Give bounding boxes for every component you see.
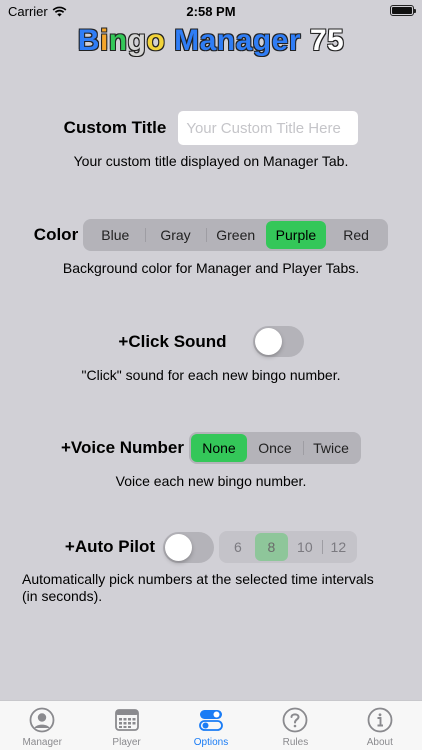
- voice-option-none[interactable]: None: [190, 434, 247, 462]
- click-sound-description: "Click" sound for each new bingo number.: [81, 367, 341, 383]
- interval-option-6[interactable]: 6: [221, 533, 255, 561]
- auto-pilot-toggle[interactable]: [163, 531, 215, 563]
- person-circle-icon: [29, 707, 55, 733]
- auto-pilot-label: +Auto Pilot: [64, 537, 156, 556]
- voice-number-label: +Voice Number: [61, 438, 184, 457]
- custom-title-label: Custom Title: [63, 118, 167, 137]
- title-letter: g: [127, 24, 147, 57]
- voice-number-segmented-control: None Once Twice: [188, 432, 361, 464]
- custom-title-description: Your custom title displayed on Manager T…: [73, 153, 349, 169]
- interval-option-12[interactable]: 12: [321, 533, 356, 561]
- click-sound-row: +Click Sound: [0, 326, 422, 357]
- toggle-knob: [165, 533, 193, 561]
- voice-number-description: Voice each new bingo number.: [115, 473, 307, 489]
- auto-pilot-description-line1: Automatically pick numbers at the select…: [22, 571, 374, 587]
- voice-option-twice[interactable]: Twice: [302, 434, 359, 462]
- color-option-red[interactable]: Red: [326, 221, 386, 249]
- color-option-purple[interactable]: Purple: [265, 221, 326, 249]
- tab-rules[interactable]: Rules: [253, 701, 337, 750]
- status-bar: Carrier 2:58 PM: [0, 0, 422, 24]
- tab-bar: Manager Player Options Rules About: [0, 700, 422, 750]
- status-time: 2:58 PM: [186, 4, 236, 19]
- color-label: Color: [33, 225, 79, 244]
- color-row: Color Blue Gray Green Purple Red: [0, 219, 422, 251]
- switches-icon: [199, 710, 223, 731]
- battery-icon: [390, 5, 416, 16]
- custom-title-input[interactable]: [178, 111, 359, 145]
- tab-label: Manager: [22, 737, 62, 748]
- tab-label: Rules: [282, 737, 309, 748]
- click-sound-label: +Click Sound: [118, 331, 227, 351]
- title-number: 75: [309, 24, 345, 57]
- calendar-grid-icon: [114, 709, 139, 731]
- color-segmented-control: Blue Gray Green Purple Red: [83, 219, 389, 251]
- auto-pilot-interval-control: 6 8 10 12: [219, 531, 358, 563]
- voice-option-once[interactable]: Once: [247, 434, 303, 462]
- auto-pilot-row: +Auto Pilot 6 8 10 12: [0, 531, 422, 563]
- title-letter: o: [146, 24, 166, 57]
- color-option-gray[interactable]: Gray: [145, 221, 205, 249]
- custom-title-row: Custom Title: [0, 111, 422, 145]
- click-sound-toggle[interactable]: [252, 326, 304, 357]
- title-letter: i: [99, 24, 109, 57]
- auto-pilot-description: Automatically pick numbers at the select…: [22, 571, 412, 605]
- tab-label: Player: [112, 737, 141, 748]
- voice-number-row: +Voice Number None Once Twice: [0, 432, 422, 464]
- title-letter: B: [77, 24, 100, 57]
- tab-about[interactable]: About: [338, 701, 422, 750]
- toggle-knob: [254, 328, 282, 355]
- interval-option-8[interactable]: 8: [254, 533, 289, 561]
- tab-manager[interactable]: Manager: [0, 701, 84, 750]
- auto-pilot-description-line2: (in seconds).: [22, 588, 103, 604]
- tab-options[interactable]: Options: [169, 701, 253, 750]
- info-circle-icon: [367, 707, 393, 733]
- question-circle-icon: [283, 707, 308, 733]
- title-word-manager: Manager: [174, 24, 301, 57]
- app-title: Bingo Manager 75: [0, 24, 422, 58]
- color-option-blue[interactable]: Blue: [85, 221, 145, 249]
- color-description: Background color for Manager and Player …: [62, 260, 360, 276]
- tab-label: About: [366, 737, 393, 748]
- title-letter: n: [108, 24, 128, 57]
- color-option-green[interactable]: Green: [205, 221, 266, 249]
- interval-option-10[interactable]: 10: [288, 533, 322, 561]
- tab-player[interactable]: Player: [84, 701, 168, 750]
- tab-label: Options: [193, 737, 229, 748]
